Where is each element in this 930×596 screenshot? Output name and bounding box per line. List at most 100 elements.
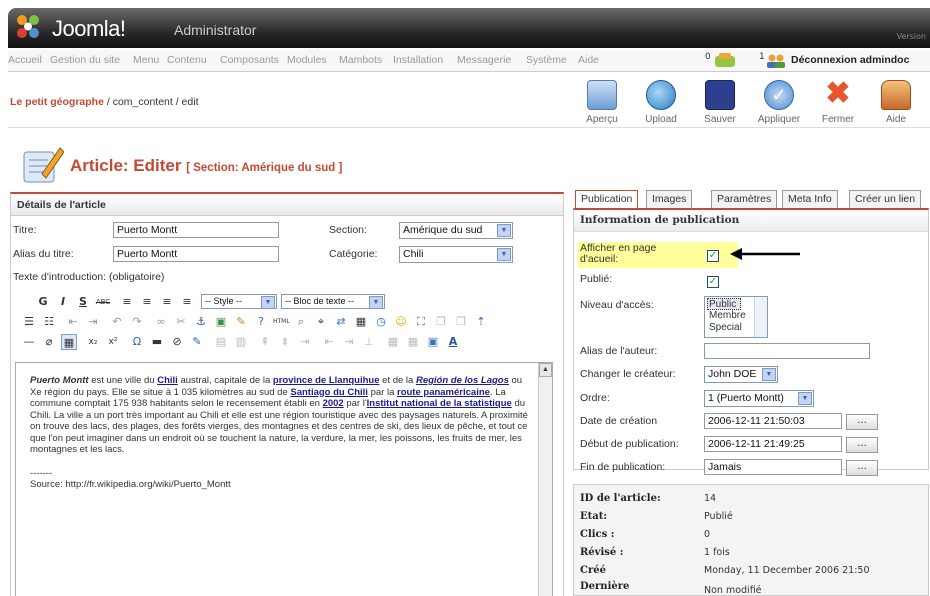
access-option-special[interactable]: Special (709, 322, 742, 333)
section-select[interactable]: Amérique du sud ▼ (399, 222, 513, 239)
menu-item-modules[interactable]: Modules (287, 54, 327, 66)
hr-insert-icon[interactable]: ▬ (149, 334, 165, 350)
menu-item-menu[interactable]: Menu (133, 54, 159, 66)
align-left-icon[interactable]: ≡ (119, 294, 135, 310)
emoticon-icon[interactable]: ☺ (393, 314, 409, 330)
align-center-icon[interactable]: ≡ (139, 294, 155, 310)
text-color-icon[interactable]: A (445, 334, 461, 350)
menu-item-accueil[interactable]: Accueil (8, 54, 42, 66)
category-select[interactable]: Chili ▼ (399, 246, 513, 263)
tab-parametres[interactable]: Paramètres (711, 190, 778, 208)
bullet-list-icon[interactable]: ☰ (21, 314, 37, 330)
article-text-editor[interactable]: Puerto Montt est une ville du Chili aust… (15, 362, 553, 596)
apply-button[interactable]: ✓ Appliquer (753, 78, 805, 126)
editor-link[interactable]: Región de los Lagos (416, 375, 509, 386)
menu-item-aide[interactable]: Aide (578, 54, 599, 66)
editor-scrollbar[interactable]: ▲ (538, 363, 552, 596)
merge-cells-icon[interactable]: ▦ (405, 334, 421, 350)
menu-item-messagerie[interactable]: Messagerie (457, 54, 511, 66)
horizontal-rule-icon[interactable]: — (21, 334, 37, 350)
outdent-icon[interactable]: ⇤ (65, 314, 81, 330)
messages-icon[interactable] (713, 53, 737, 69)
help-button[interactable]: Aide (870, 78, 922, 126)
style-select[interactable]: -- Style -- ▼ (201, 294, 277, 309)
editor-link[interactable]: 2002 (323, 398, 344, 409)
cleanup-icon[interactable]: ✎ (233, 314, 249, 330)
visual-aid-icon[interactable]: ▦ (61, 334, 77, 350)
preview-button[interactable]: Aperçu (576, 78, 628, 126)
row-before-icon[interactable]: ⇞ (257, 334, 273, 350)
title-input[interactable]: Puerto Montt (113, 222, 279, 238)
menu-item-contenu[interactable]: Contenu (167, 54, 207, 66)
close-button[interactable]: ✖ Fermer (812, 78, 864, 126)
tab-creer-lien[interactable]: Créer un lien (849, 190, 922, 208)
creator-select[interactable]: John DOE ▼ (704, 366, 778, 383)
copy-icon[interactable]: ❐ (433, 314, 449, 330)
save-button[interactable]: Sauver (694, 78, 746, 126)
table-row-props-icon[interactable]: ▥ (233, 334, 249, 350)
find-icon[interactable]: ⌖ (313, 314, 329, 330)
search-icon[interactable]: ⌕ (293, 314, 309, 330)
access-listbox[interactable]: Public Membre Special (704, 296, 768, 338)
upload-button[interactable]: Upload (635, 78, 687, 126)
delete-row-icon[interactable]: ⇥ (297, 334, 313, 350)
editor-link[interactable]: Chili (157, 375, 178, 386)
end-date-input[interactable]: Jamais (704, 459, 842, 475)
table-icon[interactable]: ▤ (213, 334, 229, 350)
row-after-icon[interactable]: ⇟ (277, 334, 293, 350)
html-source-icon[interactable]: HTML (273, 314, 290, 330)
numbered-list-icon[interactable]: ☷ (41, 314, 57, 330)
tab-images[interactable]: Images (646, 190, 693, 208)
editor-link[interactable]: province de Llanquihue (273, 375, 380, 386)
start-date-input[interactable]: 2006-12-11 21:49:25 (704, 436, 842, 452)
delete-col-icon[interactable]: ⊥ (361, 334, 377, 350)
tab-meta-info[interactable]: Meta Info (782, 190, 838, 208)
col-before-icon[interactable]: ⇤ (321, 334, 337, 350)
print-icon[interactable]: ⊘ (169, 334, 185, 350)
order-select[interactable]: 1 (Puerto Montt) ▼ (704, 390, 814, 407)
editor-link[interactable]: Santiago du Chili (290, 387, 368, 398)
undo-icon[interactable]: ↶ (109, 314, 125, 330)
time-icon[interactable]: ◷ (373, 314, 389, 330)
author-alias-input[interactable] (704, 343, 870, 359)
block-select[interactable]: -- Bloc de texte -- ▼ (281, 294, 385, 309)
split-cells-icon[interactable]: ▦ (385, 334, 401, 350)
bold-icon[interactable]: G (35, 294, 51, 310)
editor-link[interactable]: route panaméricaine (397, 387, 490, 398)
replace-icon[interactable]: ⇄ (333, 314, 349, 330)
align-right-icon[interactable]: ≡ (159, 294, 175, 310)
media-icon[interactable]: ⛶ (413, 314, 429, 330)
layer-icon[interactable]: ⇡ (473, 314, 489, 330)
align-justify-icon[interactable]: ≡ (179, 294, 195, 310)
menu-item-systeme[interactable]: Système (526, 54, 567, 66)
menu-item-gestion-site[interactable]: Gestion du site (50, 54, 120, 66)
scroll-up-icon[interactable]: ▲ (539, 363, 552, 377)
special-char-icon[interactable]: Ω (129, 334, 145, 350)
subscript-icon[interactable]: x₂ (85, 334, 101, 350)
underline-icon[interactable]: S (75, 294, 91, 310)
image-icon[interactable]: ▣ (213, 314, 229, 330)
superscript-icon[interactable]: x² (105, 334, 121, 350)
users-icon[interactable] (766, 53, 786, 69)
breadcrumb-site[interactable]: Le petit géographe (10, 96, 104, 108)
help-icon[interactable]: ? (253, 314, 269, 330)
created-date-input[interactable]: 2006-12-11 21:50:03 (704, 413, 842, 429)
anchor-icon[interactable]: ⚓ (193, 314, 209, 330)
editor-link[interactable]: Institut national de la statistique (367, 398, 512, 409)
frontpage-checkbox[interactable]: ✓ (707, 250, 719, 262)
redo-icon[interactable]: ↷ (129, 314, 145, 330)
tab-publication[interactable]: Publication (575, 190, 639, 209)
italic-icon[interactable]: I (55, 294, 71, 310)
access-option-membre[interactable]: Membre (709, 310, 746, 321)
unlink-icon[interactable]: ✂ (173, 314, 189, 330)
alias-input[interactable]: Puerto Montt (113, 246, 279, 262)
logout-link[interactable]: Déconnexion admindoc (791, 54, 909, 66)
menu-item-installation[interactable]: Installation (393, 54, 443, 66)
col-after-icon[interactable]: ⇥ (341, 334, 357, 350)
date-icon[interactable]: ▦ (353, 314, 369, 330)
menu-item-mambots[interactable]: Mambots (339, 54, 382, 66)
access-option-public[interactable]: Public (707, 298, 741, 310)
link-icon[interactable]: ∞ (153, 314, 169, 330)
start-date-picker-button[interactable]: ... (846, 437, 878, 453)
edit-icon[interactable]: ✎ (189, 334, 205, 350)
